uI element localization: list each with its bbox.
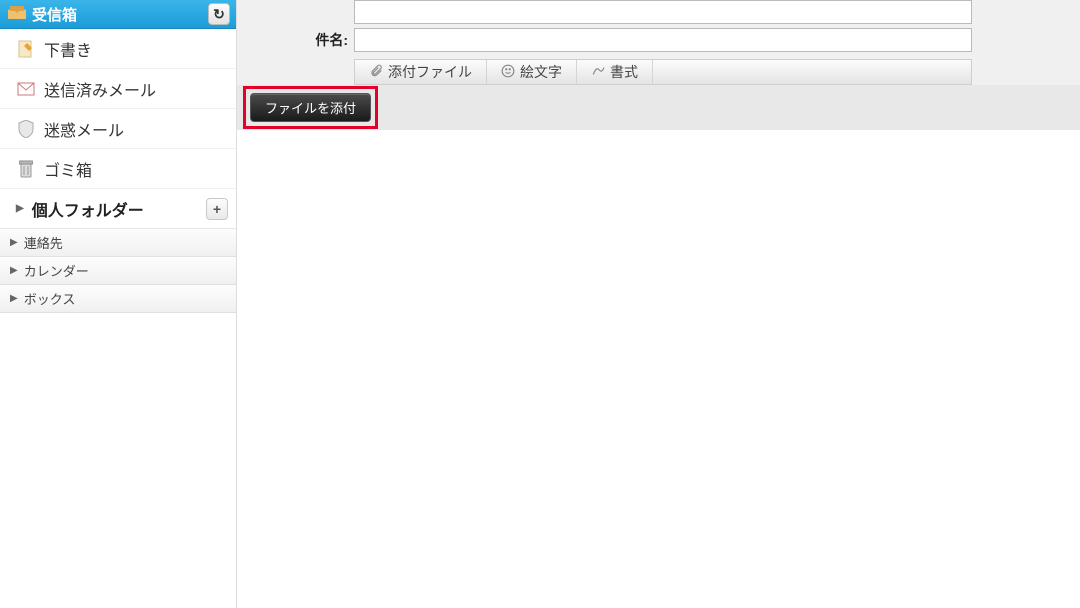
plus-icon: + bbox=[213, 201, 221, 217]
tab-label: 書式 bbox=[610, 62, 638, 82]
sidebar-calendar[interactable]: ▶ カレンダー bbox=[0, 257, 236, 285]
attach-area: ファイルを添付 bbox=[237, 85, 1080, 130]
sidebar-item-trash[interactable]: ゴミ箱 bbox=[0, 149, 236, 189]
sidebar-item-spam[interactable]: 迷惑メール bbox=[0, 109, 236, 149]
sidebar-bottom-label: ボックス bbox=[24, 289, 76, 308]
attach-file-button[interactable]: ファイルを添付 bbox=[250, 93, 371, 122]
tab-emoji[interactable]: 絵文字 bbox=[487, 60, 577, 84]
paperclip-icon bbox=[369, 64, 383, 81]
refresh-button[interactable]: ↻ bbox=[208, 3, 230, 25]
sidebar-item-label: ゴミ箱 bbox=[44, 157, 92, 181]
draft-icon bbox=[16, 39, 36, 59]
subject-input[interactable] bbox=[354, 28, 972, 52]
tab-label: 添付ファイル bbox=[388, 62, 472, 82]
sidebar: 受信箱 ↻ 下書き 送信済みメール 迷惑メール bbox=[0, 0, 237, 608]
caret-right-icon: ▶ bbox=[10, 237, 18, 248]
inbox-icon bbox=[8, 5, 26, 23]
sidebar-item-label: 迷惑メール bbox=[44, 117, 124, 141]
personal-folder-label: 個人フォルダー bbox=[32, 197, 144, 221]
caret-right-icon: ▶ bbox=[16, 203, 24, 214]
attach-highlight: ファイルを添付 bbox=[243, 86, 378, 129]
refresh-icon: ↻ bbox=[213, 6, 225, 23]
tab-label: 絵文字 bbox=[520, 62, 562, 82]
compose-area: 件名: 添付ファイル 絵文字 bbox=[237, 0, 1080, 608]
compose-body[interactable] bbox=[237, 130, 1080, 608]
subject-label: 件名: bbox=[304, 30, 348, 50]
sidebar-inbox-header[interactable]: 受信箱 ↻ bbox=[0, 0, 236, 29]
sidebar-item-sent[interactable]: 送信済みメール bbox=[0, 69, 236, 109]
add-folder-button[interactable]: + bbox=[206, 198, 228, 220]
sent-icon bbox=[16, 79, 36, 99]
sidebar-item-label: 下書き bbox=[44, 37, 92, 61]
trash-icon bbox=[16, 159, 36, 179]
sidebar-item-label: 送信済みメール bbox=[44, 77, 156, 101]
sidebar-contacts[interactable]: ▶ 連絡先 bbox=[0, 229, 236, 257]
tab-attachment[interactable]: 添付ファイル bbox=[355, 60, 487, 84]
sidebar-item-drafts[interactable]: 下書き bbox=[0, 29, 236, 69]
caret-right-icon: ▶ bbox=[10, 293, 18, 304]
shield-icon bbox=[16, 119, 36, 139]
to-input[interactable] bbox=[354, 0, 972, 24]
format-icon bbox=[591, 64, 605, 81]
smiley-icon bbox=[501, 64, 515, 81]
caret-right-icon: ▶ bbox=[10, 265, 18, 276]
sidebar-personal-folder[interactable]: ▶ 個人フォルダー + bbox=[0, 189, 236, 229]
compose-tabs: 添付ファイル 絵文字 書式 bbox=[354, 59, 972, 85]
sidebar-box[interactable]: ▶ ボックス bbox=[0, 285, 236, 313]
tab-format[interactable]: 書式 bbox=[577, 60, 653, 84]
sidebar-bottom-label: カレンダー bbox=[24, 261, 89, 280]
inbox-title: 受信箱 bbox=[32, 4, 77, 25]
sidebar-bottom-label: 連絡先 bbox=[24, 233, 63, 252]
